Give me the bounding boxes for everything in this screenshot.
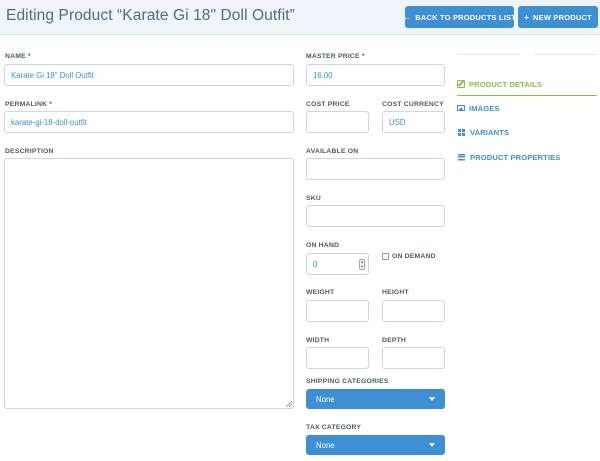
tab-divider xyxy=(457,54,520,55)
on-demand-checkbox[interactable] xyxy=(382,253,389,260)
sku-input[interactable] xyxy=(306,205,445,227)
height-input[interactable] xyxy=(382,300,445,322)
tab-product-properties-label: PRODUCT PROPERTIES xyxy=(470,152,561,162)
back-to-products-label: BACK TO PRODUCTS LIST xyxy=(415,12,516,22)
tab-product-properties[interactable]: PRODUCT PROPERTIES xyxy=(457,150,560,164)
new-product-button[interactable]: + NEW PRODUCT xyxy=(518,6,598,28)
plus-icon: + xyxy=(524,12,529,22)
shipping-categories-label: SHIPPING CATEGORIES xyxy=(306,378,389,385)
depth-label: DEPTH xyxy=(382,337,407,344)
master-price-label: MASTER PRICE * xyxy=(306,53,365,60)
cost-currency-label: COST CURRENCY xyxy=(382,101,444,108)
resize-grip-icon[interactable] xyxy=(286,401,292,407)
depth-input[interactable] xyxy=(382,347,445,369)
tax-category-label: TAX CATEGORY xyxy=(306,424,362,431)
name-label: NAME * xyxy=(5,53,31,60)
description-label: DESCRIPTION xyxy=(5,148,54,155)
width-input[interactable] xyxy=(306,347,369,369)
list-icon xyxy=(458,153,465,161)
cost-price-input[interactable] xyxy=(306,111,369,133)
available-on-input[interactable] xyxy=(306,158,445,180)
tab-divider xyxy=(534,54,597,55)
new-product-label: NEW PRODUCT xyxy=(533,12,592,22)
tab-variants[interactable]: VARIANTS xyxy=(457,125,509,139)
caret-down-icon xyxy=(429,443,435,447)
page-header: Editing Product “Karate Gi 18" Doll Outf… xyxy=(0,0,600,35)
on-hand-value: 0 xyxy=(313,259,318,269)
tab-images[interactable]: IMAGES xyxy=(457,101,500,115)
sku-label: SKU xyxy=(306,195,321,202)
cost-price-label: COST PRICE xyxy=(306,101,350,108)
active-tab-underline xyxy=(457,95,597,96)
master-price-input[interactable]: 16.00 xyxy=(306,64,445,86)
grid-icon xyxy=(458,128,465,136)
tab-product-details[interactable]: PRODUCT DETAILS xyxy=(457,77,542,91)
tab-variants-label: VARIANTS xyxy=(470,127,510,137)
name-input[interactable]: Karate Gi 18" Doll Outfit xyxy=(4,64,294,86)
on-hand-label: ON HAND xyxy=(306,242,340,249)
arrow-left-icon: ← xyxy=(403,12,412,22)
height-label: HEIGHT xyxy=(382,289,409,296)
tax-category-value: None xyxy=(316,440,335,450)
back-to-products-button[interactable]: ← BACK TO PRODUCTS LIST xyxy=(403,6,516,28)
width-label: WIDTH xyxy=(306,337,330,344)
shipping-categories-value: None xyxy=(316,394,335,404)
shipping-categories-select[interactable]: None xyxy=(306,389,445,409)
tax-category-select[interactable]: None xyxy=(306,435,445,455)
tab-images-label: IMAGES xyxy=(469,103,500,113)
description-textarea[interactable] xyxy=(4,158,294,409)
cost-currency-input[interactable]: USD xyxy=(382,111,445,133)
page-title: Editing Product “Karate Gi 18" Doll Outf… xyxy=(6,7,295,24)
weight-input[interactable] xyxy=(306,300,369,322)
weight-label: WEIGHT xyxy=(306,289,335,296)
permalink-label: PERMALINK * xyxy=(5,101,53,108)
edit-icon xyxy=(457,80,465,88)
permalink-input[interactable]: karate-gi-18-doll-outfit xyxy=(4,111,294,133)
available-on-label: AVAILABLE ON xyxy=(306,148,359,155)
caret-down-icon xyxy=(429,397,435,401)
image-icon xyxy=(457,105,465,111)
on-demand-label: ON DEMAND xyxy=(392,253,436,260)
number-spinner-icon[interactable]: ▲ ▼ xyxy=(359,259,365,270)
on-hand-input[interactable]: 0 ▲ ▼ xyxy=(306,253,369,275)
tab-product-details-label: PRODUCT DETAILS xyxy=(469,79,543,89)
